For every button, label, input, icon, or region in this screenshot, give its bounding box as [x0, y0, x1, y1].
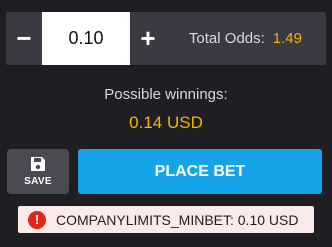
decrement-button[interactable]: − — [6, 12, 42, 65]
error-banner: ! COMPANYLIMITS_MINBET: 0.10 USD — [18, 206, 314, 233]
error-icon: ! — [28, 210, 46, 229]
total-odds-label: Total Odds: — [188, 30, 265, 47]
increment-button[interactable]: + — [130, 12, 166, 65]
place-bet-button[interactable]: PLACE BET — [78, 149, 322, 194]
error-message: COMPANYLIMITS_MINBET: 0.10 USD — [56, 211, 299, 228]
possible-winnings-value: 0.14 USD — [129, 113, 203, 132]
possible-winnings-label: Possible winnings: — [104, 86, 228, 103]
stake-input[interactable] — [42, 12, 130, 65]
total-odds: Total Odds: 1.49 — [166, 30, 326, 47]
stake-stepper: − + Total Odds: 1.49 — [6, 12, 326, 65]
bet-slip-panel: − + Total Odds: 1.49 Possible winnings: … — [0, 0, 332, 247]
total-odds-value: 1.49 — [272, 30, 302, 47]
save-button[interactable]: SAVE — [7, 149, 69, 194]
save-label: SAVE — [24, 176, 52, 187]
floppy-disk-icon — [31, 157, 45, 171]
